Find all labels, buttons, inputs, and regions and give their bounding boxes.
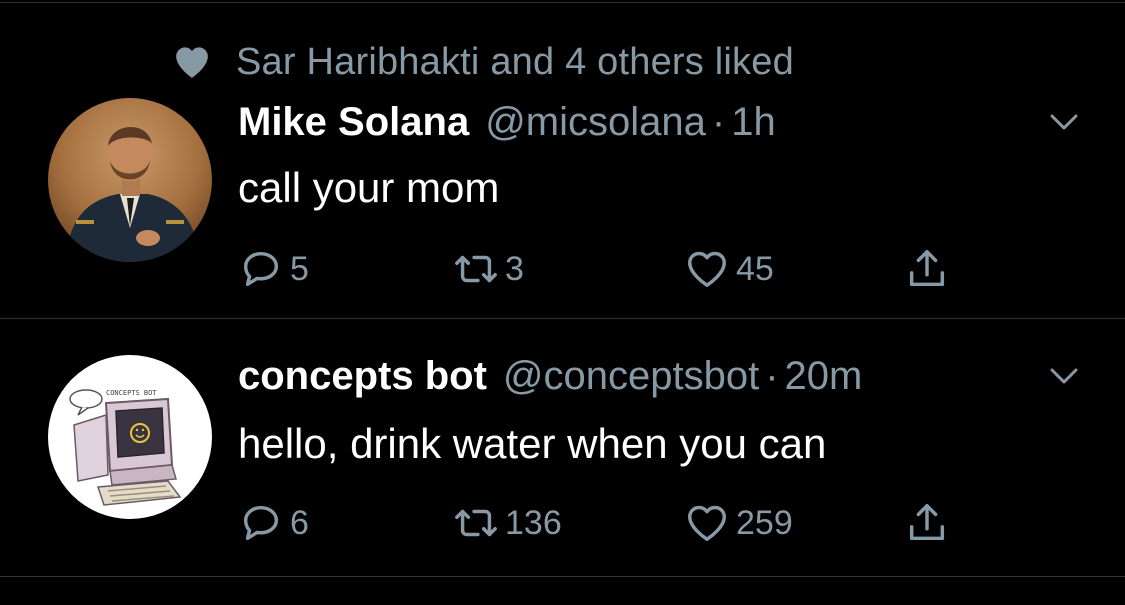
tweet-header: concepts bot @conceptsbot · 20m [238, 354, 862, 399]
like-count: 259 [736, 503, 793, 542]
reply-icon [243, 505, 279, 541]
tweet[interactable]: Sar Haribhakti and 4 others liked Mike S… [0, 4, 1125, 319]
tweet-divider [0, 318, 1125, 319]
reply-count: 6 [290, 503, 309, 542]
share-icon [909, 250, 945, 287]
share-button[interactable] [904, 244, 950, 294]
portrait-avatar-image [48, 98, 212, 262]
reply-button[interactable]: 6 [238, 498, 309, 548]
social-context-text: Sar Haribhakti and 4 others liked [236, 40, 794, 83]
retweet-button[interactable]: 136 [453, 498, 562, 548]
social-context: Sar Haribhakti and 4 others liked [172, 40, 794, 84]
svg-text:CONCEPTS BOT: CONCEPTS BOT [106, 389, 157, 397]
retweet-button[interactable]: 3 [453, 244, 524, 294]
author-handle[interactable]: @conceptsbot [503, 354, 759, 399]
reply-button[interactable]: 5 [238, 244, 309, 294]
like-count: 45 [736, 249, 774, 288]
retweet-count: 136 [505, 503, 562, 542]
author-name[interactable]: Mike Solana [238, 100, 469, 145]
avatar[interactable] [48, 98, 212, 262]
tweet-text: call your mom [238, 164, 500, 211]
heart-outline-icon [688, 505, 726, 542]
author-name[interactable]: concepts bot [238, 354, 487, 399]
separator: · [711, 100, 726, 144]
retweet-count: 3 [505, 249, 524, 288]
tweet-divider [0, 576, 1125, 577]
reply-icon [243, 251, 279, 287]
chevron-down-icon[interactable] [1044, 102, 1084, 142]
timestamp[interactable]: 1h [731, 100, 776, 145]
tweet[interactable]: CONCEPTS BOT concepts bot @conceptsbot ·… [0, 320, 1125, 575]
reply-count: 5 [290, 249, 309, 288]
author-handle[interactable]: @micsolana [485, 100, 706, 145]
top-divider [0, 2, 1125, 3]
timestamp[interactable]: 20m [785, 354, 863, 399]
action-bar: 5 3 45 [238, 244, 998, 294]
tweet-text: hello, drink water when you can [238, 420, 827, 467]
like-button[interactable]: 45 [684, 244, 774, 294]
chevron-down-icon[interactable] [1044, 356, 1084, 396]
separator: · [765, 354, 779, 398]
retweet-icon [455, 509, 497, 537]
like-button[interactable]: 259 [684, 498, 793, 548]
heart-outline-icon [688, 251, 726, 288]
tweet-header: Mike Solana @micsolana · 1h [238, 100, 776, 145]
retweet-icon [455, 255, 497, 283]
action-bar: 6 136 259 [238, 498, 998, 548]
share-button[interactable] [904, 498, 950, 548]
retro-computer-avatar-image: CONCEPTS BOT [48, 355, 212, 519]
avatar[interactable]: CONCEPTS BOT [48, 355, 212, 519]
share-icon [909, 504, 945, 541]
heart-icon [176, 47, 208, 78]
